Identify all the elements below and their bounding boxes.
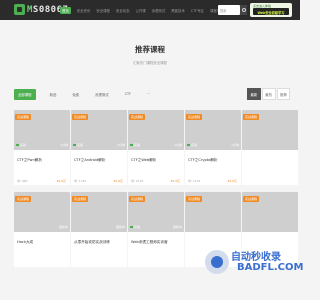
nav-item[interactable]: 安全课程 bbox=[96, 8, 110, 13]
promo-badge[interactable]: 点击进入体验 Web安全初级学习 bbox=[250, 3, 292, 17]
page-subtitle: 汇聚热门课程安全课程 bbox=[133, 61, 167, 65]
course-card[interactable]: 实战课程实验 更新中 Web渗透工程师实训营 bbox=[128, 192, 184, 267]
course-title[interactable]: 从零开始攻防实战训练 bbox=[74, 240, 110, 245]
course-thumbnail[interactable]: 实战课程实验 1分钟 bbox=[71, 110, 127, 150]
filter-free[interactable]: 免费 bbox=[72, 92, 79, 97]
course-thumbnail[interactable]: 实战课程实验 1分钟 bbox=[128, 110, 184, 150]
sort-latest[interactable]: 最新 bbox=[247, 88, 261, 100]
course-duration: 1分钟 bbox=[60, 143, 68, 147]
course-views: 👁 1187 bbox=[74, 179, 87, 183]
course-thumbnail[interactable]: 实战课程 bbox=[242, 192, 298, 232]
sort-hottest[interactable]: 最热 bbox=[261, 88, 276, 100]
lab-icon bbox=[187, 144, 190, 146]
course-views: 👁 2105 bbox=[131, 179, 144, 183]
lab-label: 实验 bbox=[187, 143, 197, 147]
search-input[interactable]: 搜索 bbox=[218, 5, 240, 15]
course-tag: 实战课程 bbox=[129, 114, 146, 120]
category-filters: 全部课程 新品 免费 渗透测试 CTF ··· bbox=[14, 88, 166, 100]
nav-item[interactable]: 渗透测试 bbox=[152, 8, 166, 13]
course-card[interactable]: 实战课程更新中 Hack大成 bbox=[14, 192, 70, 267]
lab-text: 实验 bbox=[77, 143, 84, 147]
watermark-line2: BADFL.COM bbox=[237, 262, 304, 273]
watermark-line1: 自动秒收录 bbox=[231, 252, 281, 263]
course-views: 👁 980 bbox=[17, 179, 28, 183]
course-title[interactable]: CTF之Crypto解析 bbox=[188, 158, 218, 163]
nav-item[interactable]: 安全动态 bbox=[116, 8, 130, 13]
course-tag: 实战课程 bbox=[243, 114, 260, 120]
nav-item[interactable]: CTF专区 bbox=[191, 8, 204, 13]
course-title[interactable]: CTF之Pwn解析 bbox=[17, 158, 42, 163]
course-card[interactable]: 实战课程 bbox=[242, 110, 298, 185]
course-thumbnail[interactable]: 实战课程实验 更新中 bbox=[128, 192, 184, 232]
course-thumbnail[interactable]: 实战课程更新中 bbox=[14, 192, 70, 232]
course-duration: 1分钟 bbox=[174, 143, 182, 147]
course-duration: 更新中 bbox=[172, 225, 182, 229]
lab-icon bbox=[130, 144, 133, 146]
course-thumbnail[interactable]: 实战课程 bbox=[185, 192, 241, 232]
course-card[interactable]: 实战课程更新中从零开始攻防实战训练 bbox=[71, 192, 127, 267]
course-card[interactable]: 实战课程实验 1分钟 CTF之Android解析 👁 1187 39.9元 bbox=[71, 110, 127, 185]
watermark-logo-icon bbox=[205, 250, 229, 274]
nav-item[interactable]: 公开课 bbox=[135, 8, 145, 13]
nav-item[interactable]: 黑客技术 bbox=[171, 8, 185, 13]
course-duration: 更新中 bbox=[58, 225, 68, 229]
page-title: 推荐课程 bbox=[135, 45, 165, 54]
lab-label: 实验 bbox=[130, 225, 140, 229]
course-price: 39.9元 bbox=[113, 179, 123, 183]
search-icon[interactable] bbox=[240, 5, 247, 15]
course-card[interactable]: 实战课程实验 1分钟 CTF之Crypto解析 👁 1203 39.9元 bbox=[185, 110, 241, 185]
sort-options: 最新 最热 推荐 bbox=[246, 88, 291, 100]
course-title[interactable]: Web渗透工程师实训营 bbox=[131, 240, 168, 245]
course-tag: 实战课程 bbox=[72, 114, 89, 120]
course-tag: 实战课程 bbox=[15, 114, 32, 120]
course-card[interactable]: 实战课程实验 1分钟 CTF之Web解析 👁 2105 39.9元 bbox=[128, 110, 184, 185]
filter-ctf[interactable]: CTF bbox=[125, 92, 131, 96]
lab-label: 实验 bbox=[73, 143, 83, 147]
lab-text: 实验 bbox=[20, 143, 27, 147]
lab-label: 实验 bbox=[16, 143, 26, 147]
course-title[interactable]: Hack大成 bbox=[17, 240, 33, 245]
course-views: 👁 1203 bbox=[188, 179, 201, 183]
top-nav-bar: MS08067 首页 安全资讯 安全课程 安全动态 公开课 渗透测试 黑客技术 … bbox=[0, 0, 300, 20]
course-thumbnail[interactable]: 实战课程 bbox=[242, 110, 298, 150]
course-price: 39.9元 bbox=[227, 179, 237, 183]
filter-all[interactable]: 全部课程 bbox=[14, 88, 36, 100]
course-duration: 1分钟 bbox=[231, 143, 239, 147]
lab-icon bbox=[130, 226, 133, 228]
filter-pentest[interactable]: 渗透测试 bbox=[95, 92, 109, 97]
sort-recommended[interactable]: 推荐 bbox=[276, 88, 291, 100]
course-tag: 实战课程 bbox=[15, 196, 32, 202]
course-title[interactable]: CTF之Android解析 bbox=[74, 158, 105, 163]
filter-new[interactable]: 新品 bbox=[50, 92, 57, 97]
course-thumbnail[interactable]: 实战课程更新中 bbox=[71, 192, 127, 232]
lab-label: 实验 bbox=[130, 143, 140, 147]
logo-icon bbox=[14, 4, 25, 15]
course-tag: 实战课程 bbox=[243, 196, 260, 202]
filter-more[interactable]: ··· bbox=[147, 92, 150, 96]
course-card[interactable]: 实战课程实验 1分钟 CTF之Pwn解析 👁 980 39.9元 bbox=[14, 110, 70, 185]
lab-text: 实验 bbox=[134, 225, 141, 229]
course-thumbnail[interactable]: 实战课程实验 1分钟 bbox=[14, 110, 70, 150]
course-tag: 实战课程 bbox=[186, 114, 203, 120]
course-tag: 实战课程 bbox=[186, 196, 203, 202]
lab-text: 实验 bbox=[191, 143, 198, 147]
course-price: 39.9元 bbox=[170, 179, 180, 183]
lab-icon bbox=[16, 144, 19, 146]
promo-badge-label: Web安全初级学习 bbox=[253, 8, 289, 15]
course-tag: 实战课程 bbox=[129, 196, 146, 202]
course-duration: 1分钟 bbox=[117, 143, 125, 147]
course-price: 39.9元 bbox=[56, 179, 66, 183]
watermark: 自动秒收录 BADFL.COM bbox=[205, 248, 303, 276]
lab-text: 实验 bbox=[134, 143, 141, 147]
lab-icon bbox=[73, 144, 76, 146]
course-tag: 实战课程 bbox=[72, 196, 89, 202]
course-duration: 更新中 bbox=[115, 225, 125, 229]
nav-item[interactable]: 安全资讯 bbox=[77, 8, 91, 13]
course-thumbnail[interactable]: 实战课程实验 1分钟 bbox=[185, 110, 241, 150]
nav-item-home[interactable]: 首页 bbox=[60, 6, 71, 14]
course-title[interactable]: CTF之Web解析 bbox=[131, 158, 156, 163]
